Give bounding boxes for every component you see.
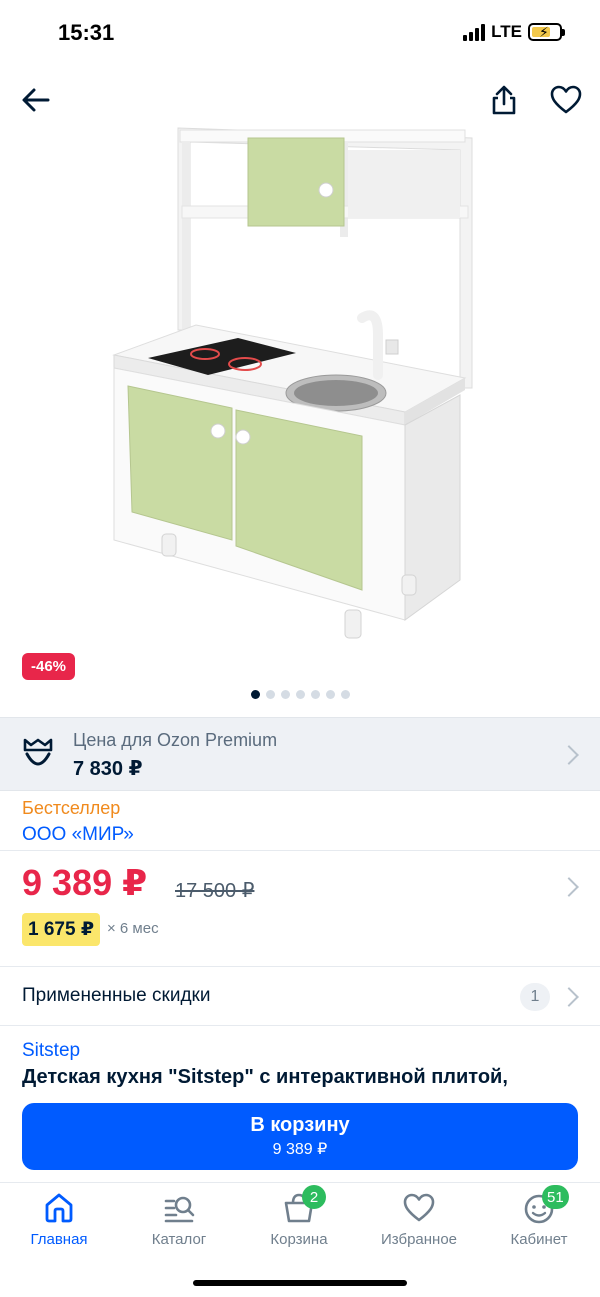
- pager-dot[interactable]: [340, 690, 350, 699]
- image-pager[interactable]: [0, 690, 600, 699]
- favorite-button[interactable]: [546, 80, 586, 120]
- tab-label: Каталог: [151, 1231, 207, 1248]
- status-time: 15:31: [58, 20, 115, 45]
- pager-dot[interactable]: [280, 690, 290, 699]
- back-button[interactable]: [16, 80, 56, 120]
- premium-price-banner[interactable]: Цена для Ozon Premium 7 830 ₽: [0, 717, 600, 791]
- applied-discounts-count: 1: [520, 983, 550, 1011]
- tab-profile[interactable]: 51 Кабинет: [484, 1185, 594, 1248]
- catalog-icon: [164, 1196, 195, 1223]
- cart-badge: 2: [302, 1185, 326, 1209]
- share-icon: [492, 85, 516, 115]
- heart-icon: [550, 85, 582, 114]
- premium-title: Цена для Ozon Premium: [73, 730, 278, 750]
- pager-dot[interactable]: [295, 690, 305, 699]
- premium-crown-icon: [23, 738, 53, 766]
- arrow-left-icon: [22, 88, 50, 112]
- network-label: LTE: [491, 22, 522, 41]
- tab-favorites[interactable]: Избранное: [364, 1191, 474, 1248]
- add-to-cart-button[interactable]: В корзину 9 389 ₽: [22, 1103, 578, 1170]
- seller-link[interactable]: ООО «МИР»: [22, 824, 134, 846]
- installment-price[interactable]: 1 675 ₽: [22, 913, 101, 946]
- old-price: 17 500 ₽: [175, 880, 255, 902]
- cart-icon-wrap: 2: [282, 1185, 326, 1225]
- profile-badge: 51: [542, 1185, 569, 1209]
- battery-icon: ⚡: [528, 23, 565, 41]
- product-title: Детская кухня "Sitstep" с интерактивной …: [22, 1066, 508, 1088]
- divider: [0, 1025, 600, 1026]
- tab-cart[interactable]: 2 Корзина: [244, 1185, 354, 1248]
- current-price: 9 389 ₽: [22, 862, 148, 903]
- brand-link[interactable]: Sitstep: [22, 1040, 80, 1062]
- divider: [0, 966, 600, 967]
- pager-dot[interactable]: [265, 690, 275, 699]
- home-icon: [45, 1193, 73, 1223]
- status-indicators: LTE ⚡: [463, 22, 565, 42]
- tab-catalog[interactable]: Каталог: [124, 1191, 234, 1248]
- product-image[interactable]: [100, 120, 480, 645]
- premium-price: 7 830 ₽: [73, 758, 143, 780]
- tab-home[interactable]: Главная: [4, 1191, 114, 1248]
- bestseller-label: Бестселлер: [22, 798, 121, 818]
- add-to-cart-price: 9 389 ₽: [272, 1141, 328, 1158]
- discount-badge: -46%: [22, 653, 76, 680]
- tab-label: Главная: [30, 1231, 88, 1248]
- installment-term: × 6 мес: [107, 920, 159, 937]
- signal-icon: [463, 23, 486, 41]
- profile-icon-wrap: 51: [522, 1185, 569, 1225]
- divider: [0, 850, 600, 851]
- share-button[interactable]: [484, 80, 524, 120]
- top-navigation: [0, 78, 600, 124]
- tab-label: Кабинет: [510, 1231, 568, 1248]
- pager-dot[interactable]: [250, 690, 260, 699]
- pager-dot[interactable]: [325, 690, 335, 699]
- applied-discounts-label[interactable]: Примененные скидки: [22, 985, 210, 1007]
- add-to-cart-label: В корзину: [250, 1114, 350, 1136]
- pager-dot[interactable]: [310, 690, 320, 699]
- home-indicator[interactable]: [193, 1280, 407, 1286]
- chevron-right-icon[interactable]: [559, 987, 579, 1007]
- tab-label: Корзина: [270, 1231, 328, 1248]
- chevron-right-icon: [559, 745, 579, 765]
- chevron-right-icon[interactable]: [559, 877, 579, 897]
- heart-icon: [403, 1193, 435, 1222]
- status-bar: 15:31 LTE ⚡: [0, 0, 600, 70]
- tab-label: Избранное: [380, 1231, 458, 1248]
